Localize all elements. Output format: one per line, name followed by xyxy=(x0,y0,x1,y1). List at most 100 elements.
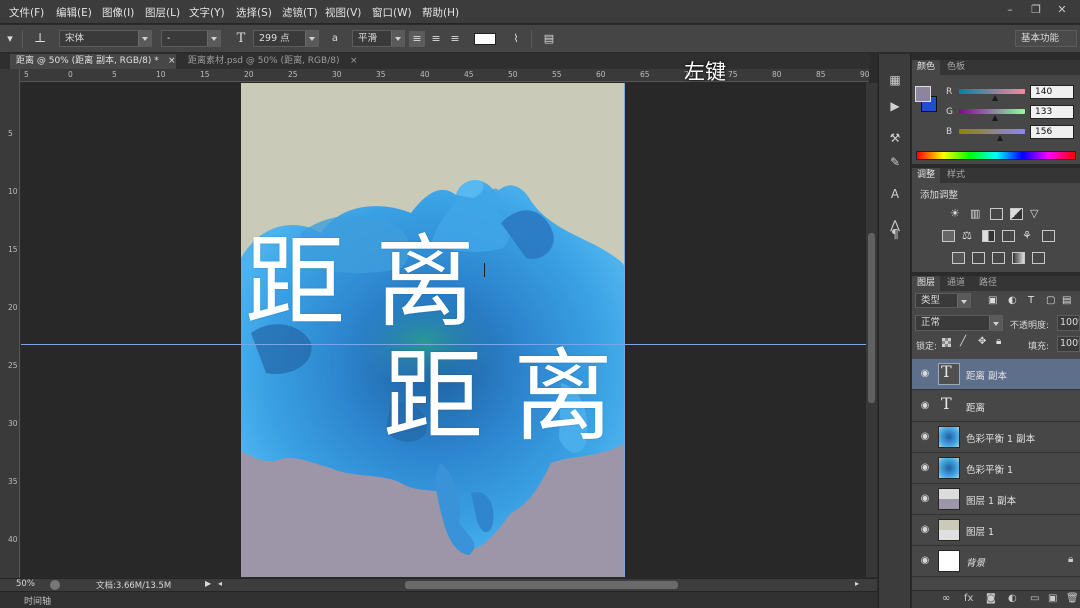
filter-adjustment-icon[interactable]: ◐ xyxy=(1008,295,1017,306)
antialias-select[interactable]: 平滑 xyxy=(352,30,405,47)
tool-presets-icon[interactable]: ⚒ xyxy=(887,130,903,146)
curves-icon[interactable] xyxy=(990,208,1003,220)
close-icon[interactable]: × xyxy=(168,54,176,68)
font-style-select[interactable]: - xyxy=(161,30,221,47)
menu-edit[interactable]: 编辑(E) xyxy=(56,5,92,20)
color-spectrum-bar[interactable] xyxy=(916,151,1076,160)
menu-image[interactable]: 图像(I) xyxy=(102,5,134,20)
eye-icon[interactable]: ◉ xyxy=(918,523,932,537)
channel-b-slider[interactable] xyxy=(959,129,1025,134)
selective-color-icon[interactable] xyxy=(1032,252,1045,264)
restore-icon[interactable]: ❐ xyxy=(1026,2,1046,18)
layer-filter-select[interactable]: 类型 xyxy=(915,293,971,308)
menu-window[interactable]: 窗口(W) xyxy=(372,5,412,20)
horizontal-scroll-thumb[interactable] xyxy=(405,581,678,589)
layer-row[interactable]: ◉ 图层 1 副本 xyxy=(912,484,1080,515)
threshold-icon[interactable] xyxy=(992,252,1005,264)
new-group-icon[interactable]: ▭ xyxy=(1030,593,1039,604)
color-lookup-icon[interactable] xyxy=(1042,230,1055,242)
menu-view[interactable]: 视图(V) xyxy=(325,5,361,20)
posterize-icon[interactable] xyxy=(972,252,985,264)
history-icon[interactable]: ▦ xyxy=(887,72,903,88)
brightness-icon[interactable]: ☀ xyxy=(950,208,963,220)
photo-filter-icon[interactable] xyxy=(1002,230,1015,242)
vertical-scrollbar[interactable] xyxy=(866,83,877,577)
tab-paths[interactable]: 路径 xyxy=(974,276,1002,291)
menu-file[interactable]: 文件(F) xyxy=(9,5,44,20)
character-styles-icon[interactable]: ¶ xyxy=(887,226,903,242)
canvas-text-bottom[interactable]: 距离 xyxy=(383,347,625,447)
layer-row[interactable]: ◉ 背景 🔒︎ xyxy=(912,546,1080,577)
layer-name[interactable]: 背景 xyxy=(966,555,985,569)
invert-icon[interactable] xyxy=(952,252,965,264)
channel-g-input[interactable]: 133 xyxy=(1030,105,1074,119)
timeline-bar[interactable]: 时间轴 xyxy=(0,591,877,608)
layer-name[interactable]: 距离 副本 xyxy=(966,368,1007,382)
layer-style-icon[interactable]: fx xyxy=(964,593,973,604)
vertical-guide[interactable] xyxy=(624,83,625,577)
blend-mode-select[interactable]: 正常 xyxy=(915,315,1003,331)
filter-type-icon[interactable]: T xyxy=(1028,295,1034,306)
minimize-icon[interactable]: – xyxy=(1000,2,1020,18)
eye-icon[interactable]: ◉ xyxy=(918,399,932,413)
zoom-level[interactable]: 50% xyxy=(16,579,35,589)
hue-saturation-icon[interactable] xyxy=(942,230,955,242)
tab-adjustments[interactable]: 调整 xyxy=(912,168,941,183)
foreground-color-swatch[interactable] xyxy=(915,86,931,102)
ruler-top[interactable]: 5 0 5 10 15 20 25 30 35 40 45 50 55 60 65 70 75 80 85 90 xyxy=(20,69,870,82)
lock-image-icon[interactable]: ╱ xyxy=(960,336,966,347)
tool-preset-arrow-icon[interactable]: ▾ xyxy=(2,31,18,47)
tab-swatches[interactable]: 色板 xyxy=(942,60,970,75)
horizontal-guide[interactable] xyxy=(21,344,866,345)
align-right-icon[interactable]: ≡ xyxy=(447,31,463,47)
font-size-select[interactable]: 299 点 xyxy=(253,30,319,47)
levels-icon[interactable]: ▥ xyxy=(970,208,983,220)
layer-name[interactable]: 图层 1 副本 xyxy=(966,493,1016,507)
timeline-label[interactable]: 时间轴 xyxy=(24,594,51,607)
eye-icon[interactable]: ◉ xyxy=(918,367,932,381)
layer-row[interactable]: ◉ 色彩平衡 1 副本 xyxy=(912,422,1080,453)
menu-type[interactable]: 文字(Y) xyxy=(189,5,225,20)
gradient-map-icon[interactable] xyxy=(1012,252,1025,264)
new-adjustment-icon[interactable]: ◐ xyxy=(1008,593,1017,604)
align-center-icon[interactable]: ≡ xyxy=(428,31,444,47)
eye-icon[interactable]: ◉ xyxy=(918,554,932,568)
exposure-icon[interactable] xyxy=(1010,208,1023,220)
layer-row[interactable]: ◉ T 距离 副本 xyxy=(912,359,1080,390)
tab-document-active[interactable]: 距离 @ 50% (距离 副本, RGB/8) * × xyxy=(10,54,176,69)
layer-name[interactable]: 色彩平衡 1 副本 xyxy=(966,431,1035,445)
new-layer-icon[interactable]: ▣ xyxy=(1048,593,1057,604)
menu-select[interactable]: 选择(S) xyxy=(236,5,272,20)
channel-r-slider[interactable] xyxy=(959,89,1025,94)
layer-name[interactable]: 色彩平衡 1 xyxy=(966,462,1013,476)
menu-help[interactable]: 帮助(H) xyxy=(422,5,459,20)
tab-document-secondary[interactable]: 距离素材.psd @ 50% (距离, RGB/8) × xyxy=(182,54,362,69)
tab-styles[interactable]: 样式 xyxy=(942,168,970,183)
scroll-right-icon[interactable]: ▸ xyxy=(855,579,859,588)
warp-text-icon[interactable]: ⌇ xyxy=(508,31,524,47)
character-panel-icon[interactable]: ▤ xyxy=(541,31,557,47)
layer-row[interactable]: ◉ 色彩平衡 1 xyxy=(912,453,1080,484)
lock-position-icon[interactable]: ✥ xyxy=(978,336,986,347)
lock-transparent-icon[interactable] xyxy=(942,338,951,347)
color-balance-icon[interactable]: ⚖ xyxy=(962,230,975,242)
add-mask-icon[interactable]: ◙ xyxy=(986,593,996,604)
link-layers-icon[interactable]: ∞ xyxy=(942,593,950,604)
align-left-icon[interactable]: ≡ xyxy=(409,31,425,47)
vibrance-icon[interactable]: ▽ xyxy=(1030,208,1043,220)
tab-color[interactable]: 颜色 xyxy=(912,60,941,75)
layer-name[interactable]: 距离 xyxy=(966,400,985,414)
channel-r-knob[interactable] xyxy=(992,95,998,101)
filter-pixel-icon[interactable]: ▣ xyxy=(988,295,997,306)
black-white-icon[interactable] xyxy=(982,230,995,242)
close-icon[interactable]: × xyxy=(350,54,358,68)
tab-channels[interactable]: 通道 xyxy=(942,276,970,291)
layer-row[interactable]: ◉ 图层 1 xyxy=(912,515,1080,546)
channel-g-knob[interactable] xyxy=(992,115,998,121)
eye-icon[interactable]: ◉ xyxy=(918,461,932,475)
lock-all-icon[interactable]: 🔒︎ xyxy=(996,336,1001,347)
play-arrow-icon[interactable]: ▶ xyxy=(205,579,211,588)
eye-icon[interactable]: ◉ xyxy=(918,430,932,444)
opacity-input[interactable]: 100% xyxy=(1057,315,1080,331)
scroll-left-icon[interactable]: ◂ xyxy=(218,579,222,588)
